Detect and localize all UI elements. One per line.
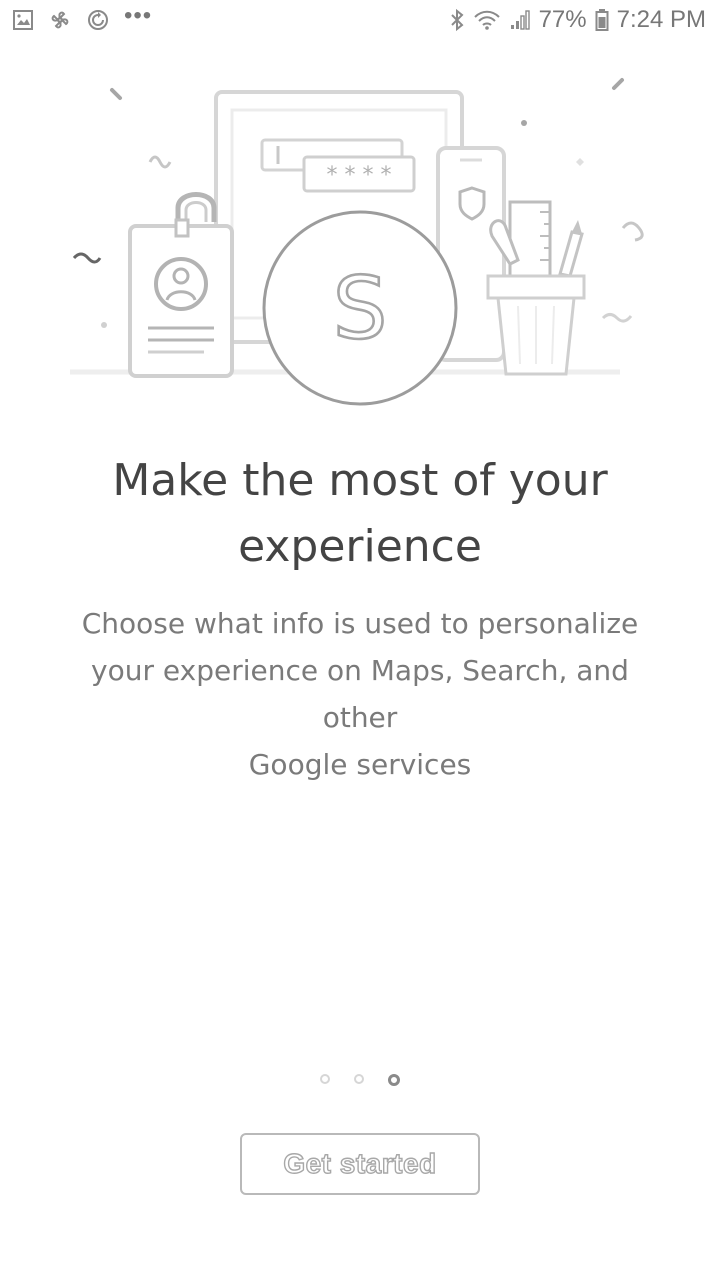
confetti-dash [110, 88, 122, 100]
page-indicator [0, 1074, 720, 1086]
get-started-button[interactable]: Get started [240, 1133, 480, 1195]
bluetooth-icon [449, 8, 465, 32]
confetti-squiggle [621, 221, 644, 242]
badge-lanyard [175, 192, 217, 222]
password-mask: * * * * [327, 163, 392, 188]
wifi-icon [473, 9, 501, 31]
page-dot-2[interactable] [354, 1074, 364, 1084]
status-bar: ••• 77% 7:24 PM [0, 0, 720, 44]
description-line3: Google services [248, 748, 472, 781]
overflow-dots: ••• [124, 2, 153, 29]
clock: 7:24 PM [616, 6, 706, 33]
battery-icon [595, 8, 609, 32]
confetti-squiggle [601, 313, 633, 323]
description-line1: Choose what info is used to personalize [81, 607, 639, 640]
cup-rim [486, 274, 586, 300]
page-title-line1: Make the most of your [112, 455, 608, 506]
onboarding-screen: ••• 77% 7:24 PM * * * * S Make the most … [0, 0, 720, 1280]
sync-icon [86, 8, 110, 32]
confetti-squiggle [72, 252, 102, 264]
page-title: Make the most of your experience [60, 448, 660, 580]
page-description: Choose what info is used to personalize … [50, 600, 670, 788]
badge-clip [174, 218, 190, 238]
confetti-dot [101, 322, 107, 328]
confetti-diamond [576, 158, 584, 166]
page-dot-1[interactable] [320, 1074, 330, 1084]
avatar-letter: S [333, 259, 388, 359]
confetti-squiggle [148, 155, 172, 169]
ruler [508, 200, 552, 278]
battery-percent: 77% [538, 6, 587, 33]
status-bar-right: 77% 7:24 PM [449, 6, 706, 34]
status-bar-left: ••• [12, 2, 152, 32]
confetti-dash [612, 78, 624, 90]
page-title-line2: experience [238, 521, 482, 572]
pinwheel-icon [48, 8, 72, 32]
gallery-icon [12, 9, 34, 31]
shield-icon [458, 186, 486, 221]
page-dot-3[interactable] [388, 1074, 400, 1086]
description-line2: your experience on Maps, Search, and oth… [91, 654, 629, 734]
confetti-dot [521, 120, 527, 126]
pencil-icon [558, 230, 584, 278]
onboarding-illustration: * * * * S [70, 78, 644, 406]
signal-icon [509, 9, 531, 31]
